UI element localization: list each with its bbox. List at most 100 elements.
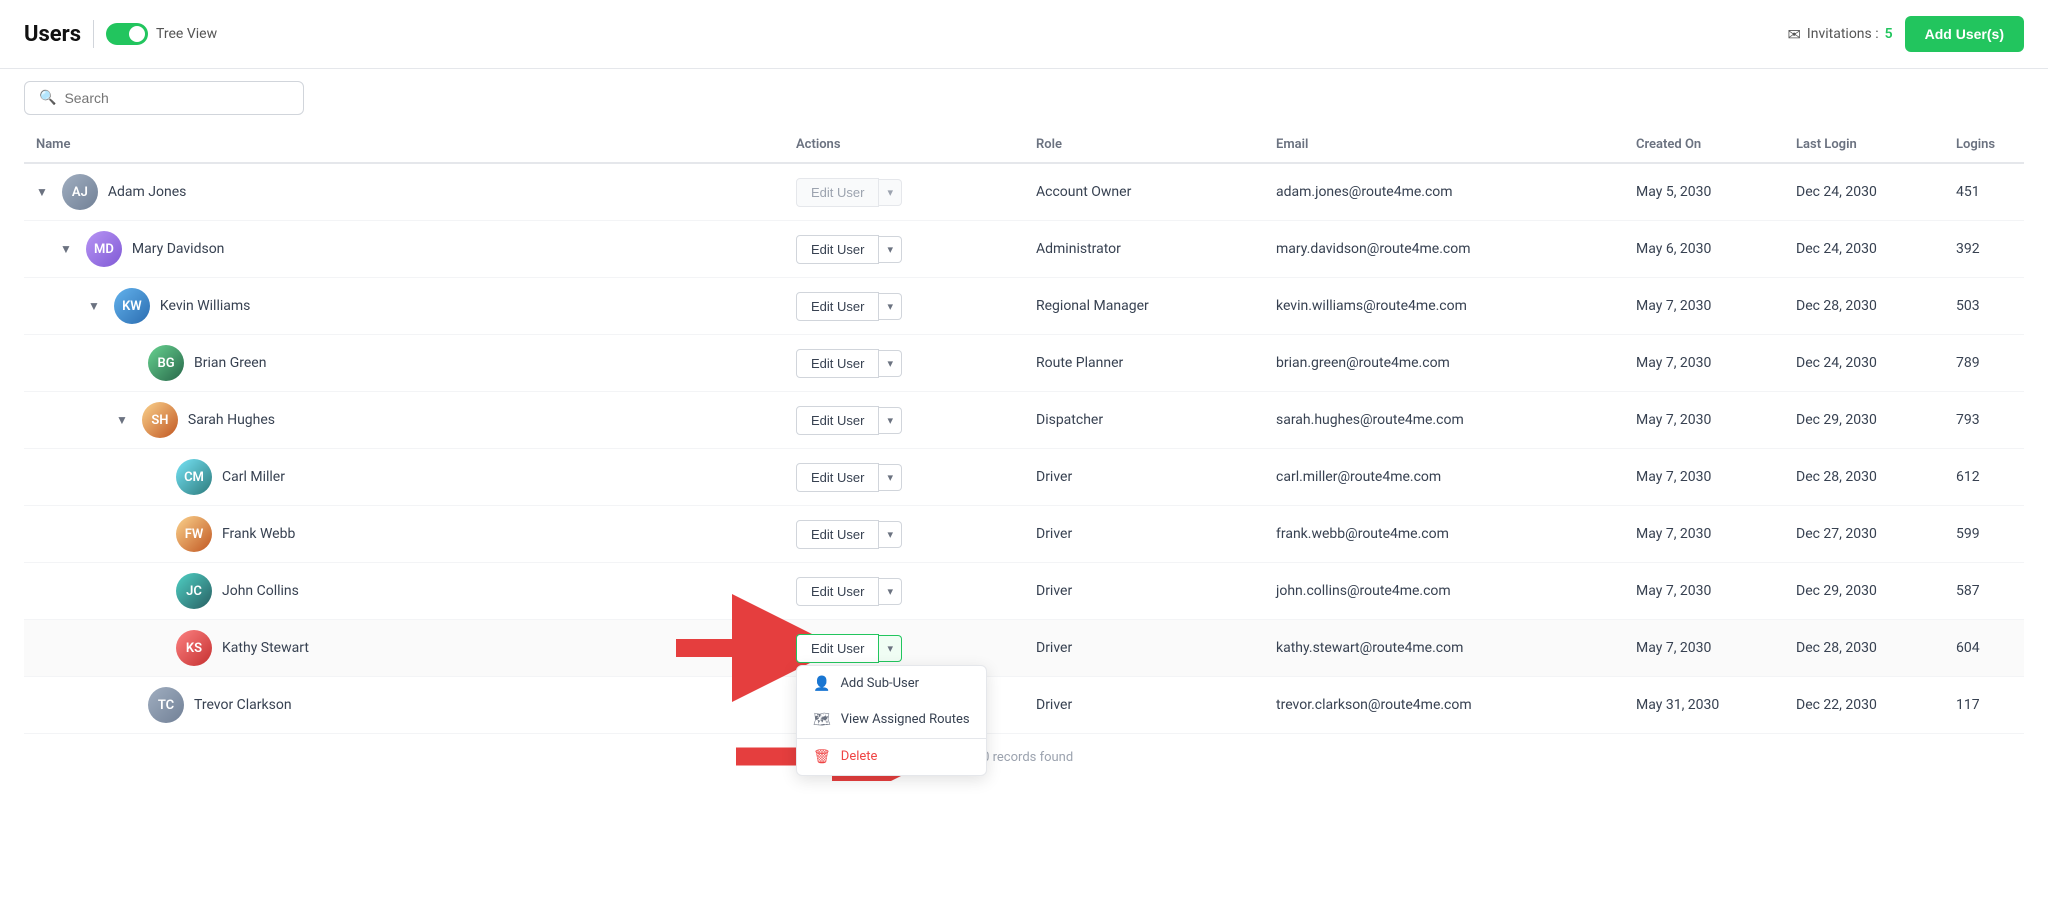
delete-label: Delete <box>841 749 878 764</box>
add-sub-user-label: Add Sub-User <box>840 676 919 691</box>
col-logins: Logins <box>1944 127 2024 163</box>
created-on-cell: May 6, 2030 <box>1624 221 1784 278</box>
last-login-cell: Dec 24, 2030 <box>1784 221 1944 278</box>
created-on-cell: May 7, 2030 <box>1624 392 1784 449</box>
chevron-btn[interactable]: ▼ <box>36 185 48 199</box>
user-name: Kathy Stewart <box>222 640 309 656</box>
action-btn-wrapper: Edit User ▾ <box>796 349 1012 378</box>
header-left: Users Tree View <box>24 20 217 48</box>
email-cell: kevin.williams@route4me.com <box>1264 278 1624 335</box>
email-cell: kathy.stewart@route4me.com <box>1264 620 1624 677</box>
user-name: Adam Jones <box>108 184 186 200</box>
logins-cell: 612 <box>1944 449 2024 506</box>
edit-user-dropdown-arrow: ▾ <box>879 179 902 206</box>
col-role: Role <box>1024 127 1264 163</box>
logins-cell: 789 <box>1944 335 2024 392</box>
email-cell: carl.miller@route4me.com <box>1264 449 1624 506</box>
invitations: ✉ Invitations : 5 <box>1788 25 1893 44</box>
search-bar: 🔍 <box>0 69 2048 127</box>
table-row: BG Brian Green Edit User ▾ Route Planner… <box>24 335 2024 392</box>
edit-user-button[interactable]: Edit User <box>796 577 879 606</box>
avatar: BG <box>148 345 184 381</box>
chevron-btn[interactable]: ▼ <box>116 413 128 427</box>
tree-view-toggle[interactable] <box>106 23 148 45</box>
invitations-label: Invitations : <box>1807 26 1879 42</box>
col-created-on: Created On <box>1624 127 1784 163</box>
email-cell: frank.webb@route4me.com <box>1264 506 1624 563</box>
name-cell: ▼ SH Sarah Hughes <box>24 392 784 449</box>
action-btn-wrapper: Edit User ▾ <box>796 406 1012 435</box>
actions-cell: Edit User ▾ <box>784 506 1024 563</box>
created-on-cell: May 7, 2030 <box>1624 278 1784 335</box>
delete-item[interactable]: 🗑 Delete <box>797 739 986 775</box>
name-cell: CM Carl Miller <box>24 449 784 506</box>
edit-user-dropdown-arrow[interactable]: ▾ <box>879 521 902 548</box>
search-input[interactable] <box>64 90 289 106</box>
table-row: ▼ KW Kevin Williams Edit User ▾ Regional… <box>24 278 2024 335</box>
edit-user-button[interactable]: Edit User <box>796 349 879 378</box>
edit-user-button[interactable]: Edit User <box>796 235 879 264</box>
created-on-cell: May 31, 2030 <box>1624 677 1784 734</box>
role-cell: Driver <box>1024 506 1264 563</box>
logins-cell: 451 <box>1944 163 2024 221</box>
edit-user-button[interactable]: Edit User <box>796 292 879 321</box>
logins-cell: 117 <box>1944 677 2024 734</box>
table-row: ▼ SH Sarah Hughes Edit User ▾ Dispatcher… <box>24 392 2024 449</box>
add-users-button[interactable]: Add User(s) <box>1905 16 2024 52</box>
edit-user-button[interactable]: Edit User <box>796 634 879 663</box>
edit-user-dropdown-arrow[interactable]: ▾ <box>879 635 902 662</box>
avatar: CM <box>176 459 212 495</box>
chevron-btn[interactable]: ▼ <box>60 242 72 256</box>
last-login-cell: Dec 22, 2030 <box>1784 677 1944 734</box>
role-cell: Driver <box>1024 677 1264 734</box>
role-cell: Dispatcher <box>1024 392 1264 449</box>
edit-user-dropdown-arrow[interactable]: ▾ <box>879 350 902 377</box>
header-divider <box>93 20 94 48</box>
role-cell: Driver <box>1024 620 1264 677</box>
col-email: Email <box>1264 127 1624 163</box>
edit-user-dropdown-arrow[interactable]: ▾ <box>879 236 902 263</box>
user-name: John Collins <box>222 583 299 599</box>
avatar: JC <box>176 573 212 609</box>
actions-cell: Edit User ▾ <box>784 449 1024 506</box>
chevron-btn[interactable]: ▼ <box>88 299 100 313</box>
users-table-container: Name Actions Role Email Created On Last … <box>0 127 2048 781</box>
actions-cell: Edit User ▾ <box>784 221 1024 278</box>
edit-user-button[interactable]: Edit User <box>796 463 879 492</box>
actions-cell: Edit User ▾ <box>784 335 1024 392</box>
footer-note: 10 records found <box>24 734 2024 781</box>
user-name: Kevin Williams <box>160 298 251 314</box>
edit-user-dropdown-arrow[interactable]: ▾ <box>879 578 902 605</box>
edit-user-button[interactable]: Edit User <box>796 406 879 435</box>
avatar: KS <box>176 630 212 666</box>
action-btn-wrapper: Edit User ▾ <box>796 577 1012 606</box>
role-cell: Administrator <box>1024 221 1264 278</box>
email-cell: john.collins@route4me.com <box>1264 563 1624 620</box>
email-cell: sarah.hughes@route4me.com <box>1264 392 1624 449</box>
table-row: FW Frank Webb Edit User ▾ Driverfrank.we… <box>24 506 2024 563</box>
page-header: Users Tree View ✉ Invitations : 5 Add Us… <box>0 0 2048 69</box>
actions-cell: Edit User ▾ <box>784 392 1024 449</box>
delete-icon: 🗑 <box>813 749 831 765</box>
edit-user-dropdown-arrow[interactable]: ▾ <box>879 293 902 320</box>
add-sub-user-item[interactable]: 👤 Add Sub-User <box>797 666 986 702</box>
edit-user-button[interactable]: Edit User <box>796 520 879 549</box>
action-btn-wrapper: Edit User ▾ <box>796 463 1012 492</box>
col-last-login: Last Login <box>1784 127 1944 163</box>
name-cell: TC Trevor Clarkson <box>24 677 784 734</box>
action-btn-wrapper: Edit User ▾ <box>796 178 1012 207</box>
email-cell: adam.jones@route4me.com <box>1264 163 1624 221</box>
avatar: KW <box>114 288 150 324</box>
table-row: KS Kathy Stewart Edit User ▾ 👤 Add Sub-U… <box>24 620 2024 677</box>
role-cell: Regional Manager <box>1024 278 1264 335</box>
invitations-count[interactable]: 5 <box>1885 26 1893 42</box>
user-name: Mary Davidson <box>132 241 225 257</box>
action-btn-wrapper: Edit User ▾ <box>796 292 1012 321</box>
role-cell: Account Owner <box>1024 163 1264 221</box>
edit-user-dropdown-arrow[interactable]: ▾ <box>879 407 902 434</box>
view-assigned-routes-item[interactable]: 🗺 View Assigned Routes <box>797 702 986 738</box>
user-name: Brian Green <box>194 355 266 371</box>
edit-user-dropdown-arrow[interactable]: ▾ <box>879 464 902 491</box>
email-cell: brian.green@route4me.com <box>1264 335 1624 392</box>
user-name: Carl Miller <box>222 469 285 485</box>
